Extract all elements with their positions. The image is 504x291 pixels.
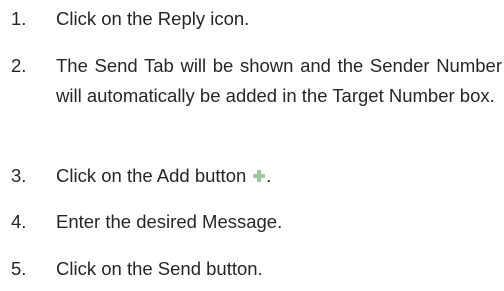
step-number: 5. — [11, 258, 27, 279]
step-text: Click on the Reply icon. — [56, 8, 250, 29]
step-number: 1. — [11, 8, 27, 29]
step-text-container: Click on the Add button. — [56, 161, 502, 191]
step-text: Click on the Send button. — [56, 258, 263, 279]
add-plus-icon — [252, 169, 267, 183]
step-text: Click on the Add button — [56, 165, 247, 186]
step-number: 3. — [11, 165, 27, 186]
step-text: Enter the desired Message. — [56, 211, 283, 232]
step-text-suffix: . — [266, 165, 272, 186]
step-number: 4. — [11, 211, 27, 232]
step-number: 2. — [11, 55, 27, 76]
step-text: The Send Tab will be shown and the Sende… — [56, 55, 502, 106]
